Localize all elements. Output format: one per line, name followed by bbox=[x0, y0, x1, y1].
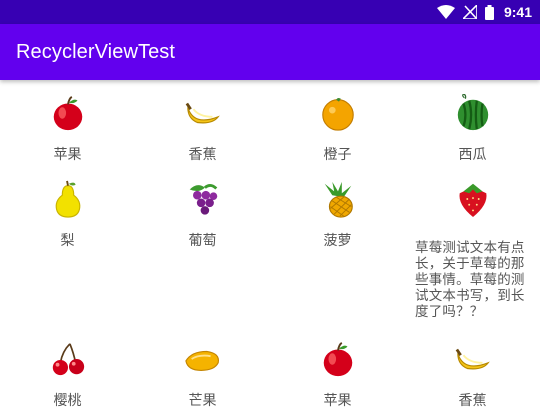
strawberry-icon bbox=[459, 183, 487, 218]
apple-icon bbox=[323, 342, 353, 377]
pineapple-icon bbox=[324, 181, 353, 218]
status-bar: 9:41 bbox=[0, 0, 540, 24]
apple-icon bbox=[53, 96, 83, 131]
app-title: RecyclerViewTest bbox=[16, 40, 176, 63]
fruit-name: 葡萄 bbox=[188, 233, 217, 249]
fruit-grid[interactable]: 苹果 香蕉 橙子 西瓜 梨 葡萄 菠萝 草莓测试文本有点长，关于草莓的那些事情。… bbox=[0, 80, 540, 413]
fruit-name: 香蕉 bbox=[188, 147, 217, 163]
pear-icon bbox=[55, 180, 81, 218]
fruit-name: 西瓜 bbox=[458, 147, 487, 163]
banana-icon bbox=[185, 102, 220, 124]
mango-icon bbox=[185, 350, 220, 371]
fruit-name: 菠萝 bbox=[323, 233, 352, 249]
no-signal-icon bbox=[462, 5, 477, 19]
banana-icon bbox=[455, 348, 490, 370]
fruit-name: 苹果 bbox=[53, 147, 82, 163]
fruit-name: 芒果 bbox=[188, 393, 217, 409]
app-bar: RecyclerViewTest bbox=[0, 24, 540, 80]
fruit-name: 草莓测试文本有点长，关于草莓的那些事情。草莓的测试文本书写，到长度了吗？？ bbox=[415, 240, 525, 320]
cherry-icon bbox=[52, 343, 85, 376]
fruit-name: 樱桃 bbox=[53, 393, 82, 409]
watermelon-icon bbox=[457, 94, 489, 131]
fruit-name: 苹果 bbox=[323, 393, 352, 409]
fruit-name: 香蕉 bbox=[458, 393, 487, 409]
wifi-icon bbox=[436, 5, 455, 19]
fruit-name: 梨 bbox=[60, 233, 75, 249]
status-time: 9:41 bbox=[503, 4, 532, 20]
orange-icon bbox=[322, 97, 354, 131]
grape-icon bbox=[189, 184, 218, 215]
fruit-name: 橙子 bbox=[323, 147, 352, 163]
battery-icon bbox=[484, 4, 494, 20]
